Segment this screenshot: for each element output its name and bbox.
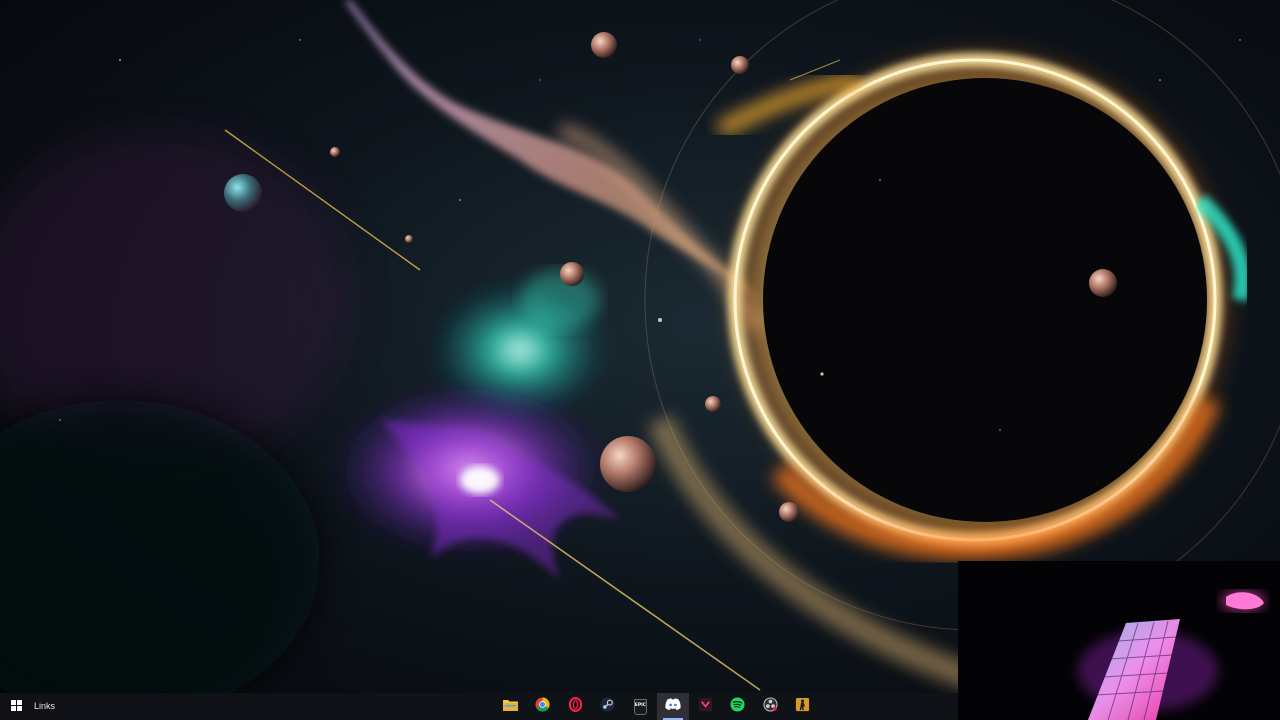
folder-icon: [502, 698, 518, 716]
obs-icon: [763, 696, 778, 717]
taskbar-app-discord[interactable]: [656, 693, 689, 720]
pinned-apps: EPIC: [494, 693, 819, 720]
links-toolbar[interactable]: Links: [34, 693, 55, 720]
counter-strike-icon: [795, 697, 810, 717]
taskbar-app-steam[interactable]: [592, 693, 625, 720]
chrome-icon: [535, 696, 550, 717]
taskbar-app-opera-gx[interactable]: [559, 693, 592, 720]
steam-icon: [600, 696, 615, 717]
discord-icon: [665, 698, 681, 716]
windows-icon: [10, 698, 22, 716]
taskbar-app-obs[interactable]: [754, 693, 787, 720]
taskbar-app-epic-games[interactable]: EPIC: [624, 693, 657, 720]
taskbar-app-chrome[interactable]: [527, 693, 560, 720]
taskbar-app-file-explorer[interactable]: [494, 693, 527, 720]
rgb-keyboard-camera-feed: [958, 561, 1280, 720]
taskbar-app-spotify[interactable]: [722, 693, 755, 720]
opera-gx-icon: [568, 696, 583, 717]
taskbar: Links EPIC: [0, 693, 958, 720]
epic-games-icon: EPIC: [633, 698, 647, 715]
webcam-overlay: [958, 561, 1280, 720]
taskbar-app-medal[interactable]: [689, 693, 722, 720]
medal-icon: [698, 697, 713, 717]
start-button[interactable]: [0, 693, 32, 720]
taskbar-app-counter-strike[interactable]: [787, 693, 820, 720]
spotify-icon: [730, 696, 745, 717]
